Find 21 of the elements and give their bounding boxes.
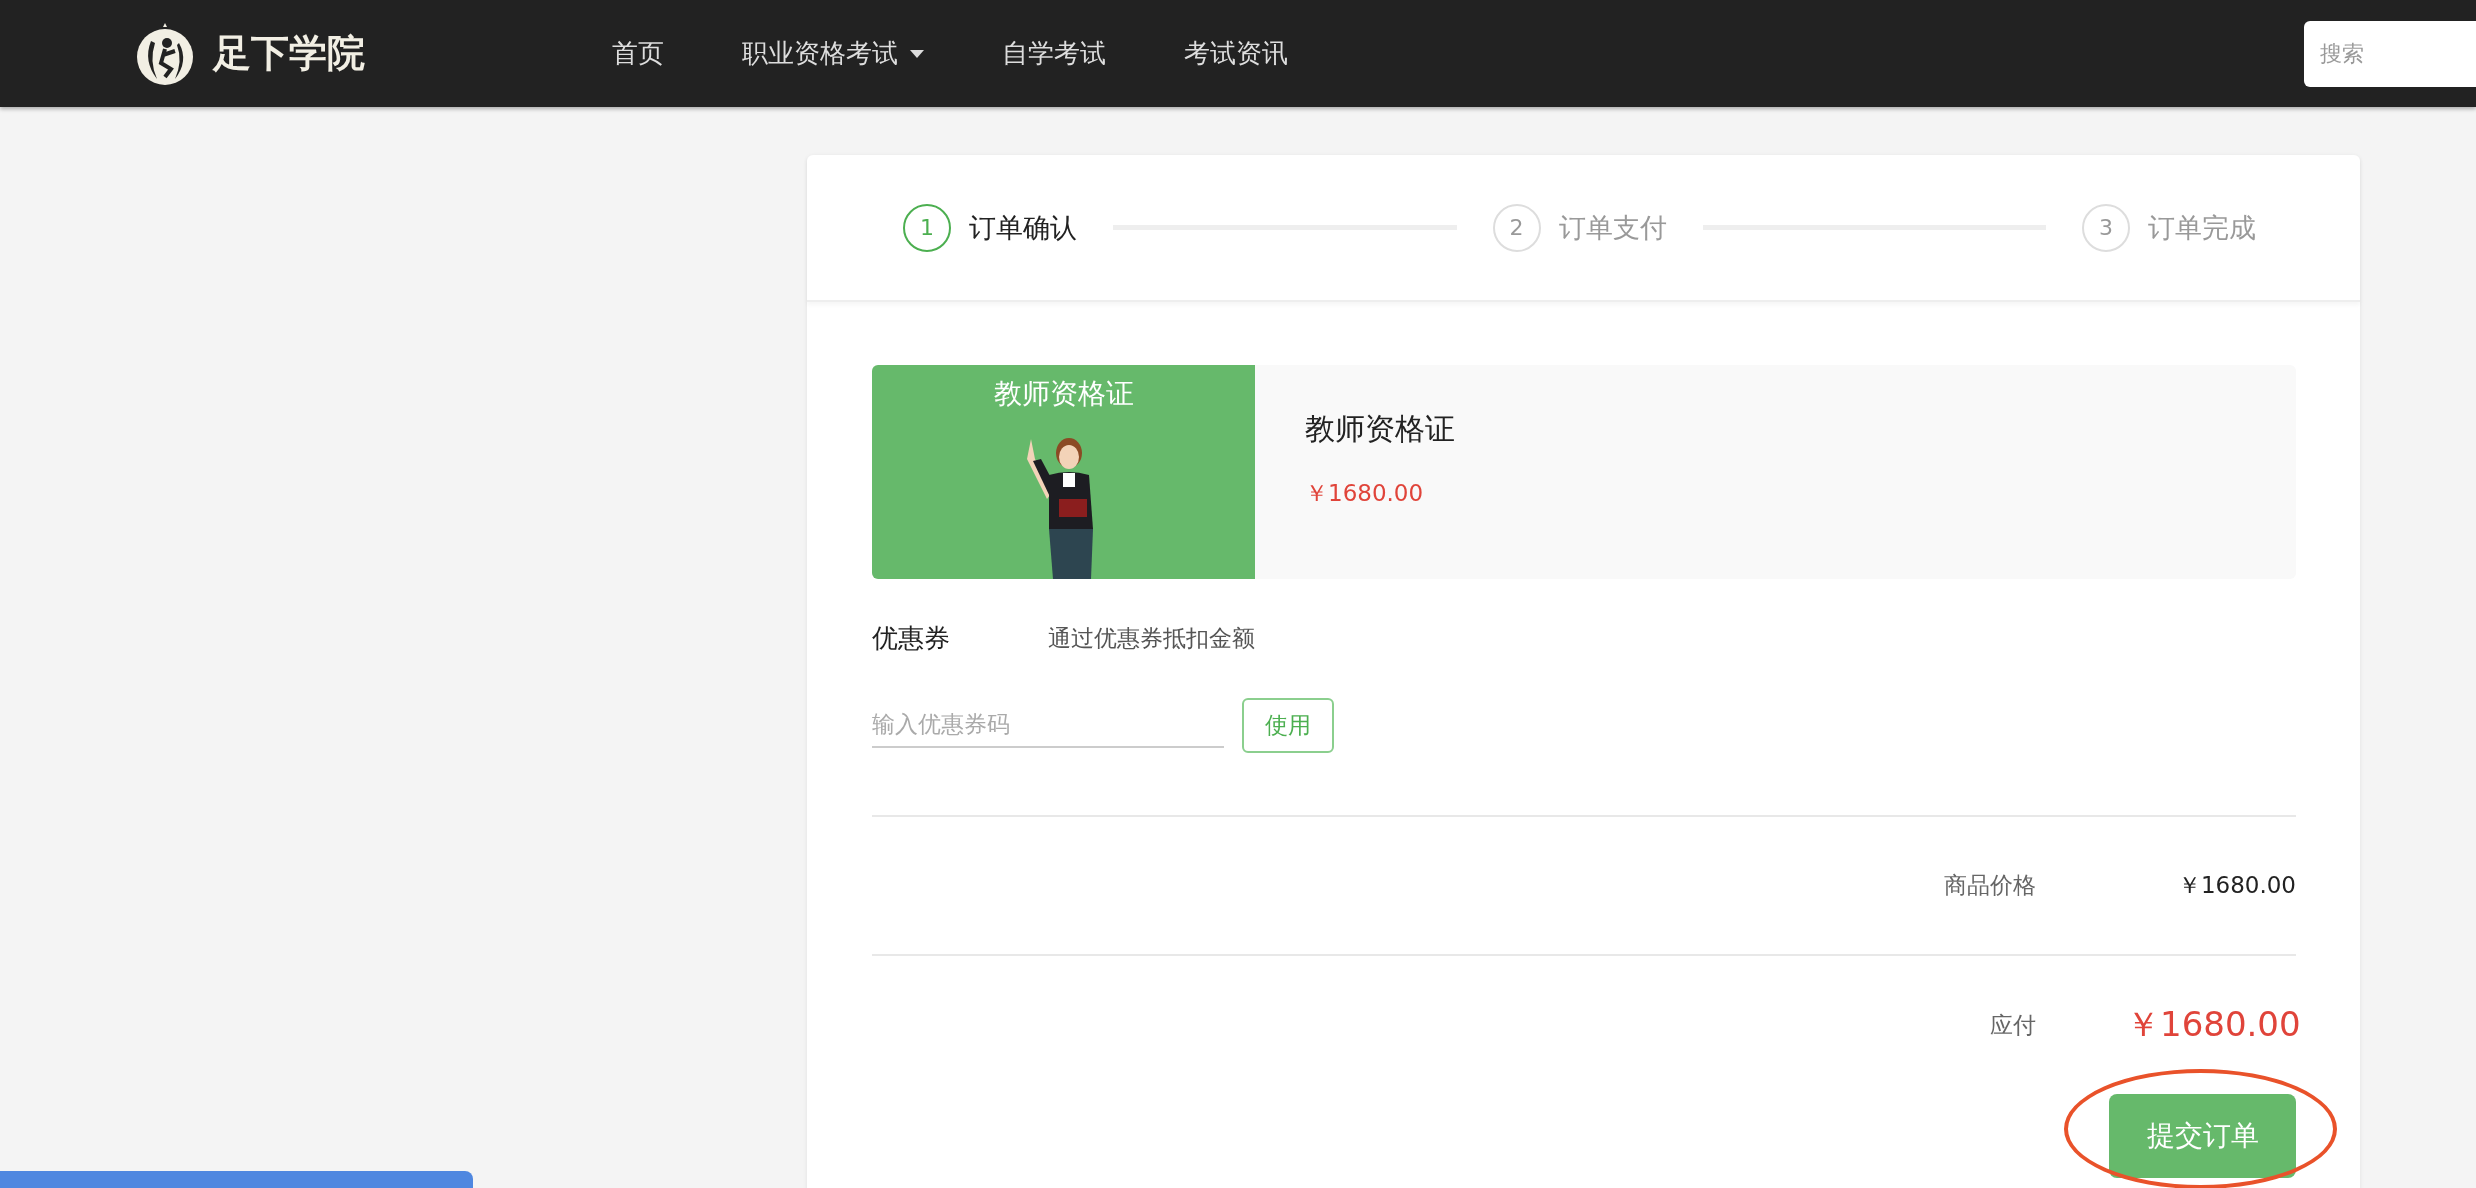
step-label: 订单完成 xyxy=(2148,210,2256,245)
nav-link[interactable]: 职业资格考试 xyxy=(742,36,924,71)
summary-label: 应付 xyxy=(1990,1010,2036,1040)
step-number: 3 xyxy=(2082,203,2130,252)
nav-link[interactable]: 自学考试 xyxy=(1002,36,1106,71)
step-number: 1 xyxy=(903,203,951,252)
product-price: ￥1680.00 xyxy=(1305,479,1425,508)
caret-icon xyxy=(910,49,924,58)
image-caption: 教师资格证 xyxy=(993,376,1134,412)
summary-value: ￥1680.00 xyxy=(2176,871,2296,900)
summary-label: 商品价格 xyxy=(1944,871,2036,900)
search-field[interactable]: 搜索 xyxy=(2304,20,2476,87)
step-number: 2 xyxy=(1492,203,1541,252)
coupon-description: 通过优惠券抵扣金额 xyxy=(1048,624,1255,653)
nav-link[interactable]: 考试资讯 xyxy=(1184,36,1288,71)
product-title: 教师资格证 xyxy=(1305,410,1455,448)
logo-text[interactable]: 足下学院 xyxy=(213,28,365,79)
step-label: 订单支付 xyxy=(1558,210,1667,245)
coupon-label: 优惠券 xyxy=(872,622,951,655)
step-label: 订单确认 xyxy=(969,210,1077,245)
nav-link[interactable]: 首页 xyxy=(612,36,664,71)
